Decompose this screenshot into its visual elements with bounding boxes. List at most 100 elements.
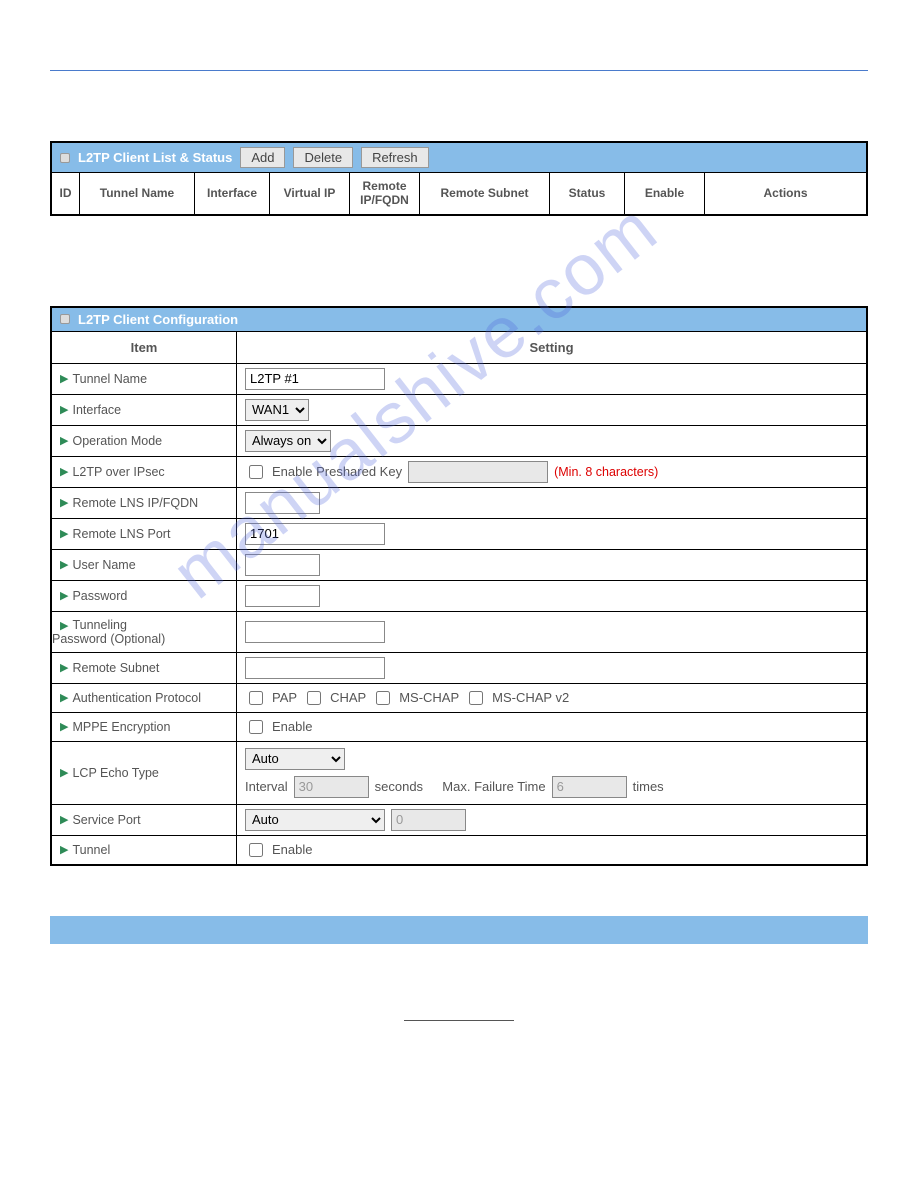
label-operation-mode: Operation Mode bbox=[72, 434, 162, 448]
bullet-icon bbox=[60, 314, 70, 324]
arrow-icon: ▶ bbox=[60, 465, 68, 478]
lcp-echo-mode-select[interactable]: Auto bbox=[245, 748, 345, 770]
arrow-icon: ▶ bbox=[60, 691, 68, 704]
label-interface: Interface bbox=[72, 403, 121, 417]
add-button[interactable]: Add bbox=[240, 147, 285, 168]
row-operation-mode: ▶ Operation Mode Always on bbox=[52, 425, 866, 456]
auth-chap-checkbox[interactable] bbox=[307, 691, 321, 705]
label-mppe: MPPE Encryption bbox=[72, 720, 170, 734]
tunnel-enable-label: Enable bbox=[272, 842, 312, 857]
label-auth-protocol: Authentication Protocol bbox=[72, 691, 201, 705]
bullet-icon bbox=[60, 153, 70, 163]
label-service-port: Service Port bbox=[72, 813, 140, 827]
tunneling-password-input[interactable] bbox=[245, 621, 385, 643]
lcp-interval-input bbox=[294, 776, 369, 798]
col-header-tunnel-name: Tunnel Name bbox=[80, 172, 195, 214]
row-mppe: ▶ MPPE Encryption Enable bbox=[52, 712, 866, 741]
label-lcp-echo: LCP Echo Type bbox=[72, 766, 158, 780]
tunnel-name-input[interactable] bbox=[245, 368, 385, 390]
row-tunneling-password: ▶Tunneling Password (Optional) bbox=[52, 611, 866, 652]
lcp-maxfail-input bbox=[552, 776, 627, 798]
remote-lns-ip-input[interactable] bbox=[245, 492, 320, 514]
arrow-icon: ▶ bbox=[60, 558, 68, 571]
arrow-icon: ▶ bbox=[60, 813, 68, 826]
col-header-remote-ip: Remote IP/FQDN bbox=[350, 172, 420, 214]
auth-pap-label: PAP bbox=[272, 690, 297, 705]
row-remote-subnet: ▶ Remote Subnet bbox=[52, 652, 866, 683]
user-name-input[interactable] bbox=[245, 554, 320, 576]
top-divider bbox=[50, 70, 868, 71]
row-lcp-echo: ▶ LCP Echo Type Auto Interval seconds Max… bbox=[52, 741, 866, 804]
mppe-enable-checkbox[interactable] bbox=[249, 720, 263, 734]
arrow-icon: ▶ bbox=[60, 843, 68, 856]
page-footer-rule bbox=[404, 1020, 514, 1021]
col-header-virtual-ip: Virtual IP bbox=[270, 172, 350, 214]
config-column-headers: Item Setting bbox=[52, 331, 866, 363]
head-item: Item bbox=[52, 332, 237, 363]
row-auth-protocol: ▶ Authentication Protocol PAP CHAP MS-CHA… bbox=[52, 683, 866, 712]
delete-button[interactable]: Delete bbox=[293, 147, 353, 168]
lcp-maxfail-label: Max. Failure Time bbox=[442, 779, 545, 794]
config-panel-title: L2TP Client Configuration bbox=[78, 312, 238, 327]
preshared-key-hint: (Min. 8 characters) bbox=[554, 465, 658, 479]
auth-mschapv2-label: MS-CHAP v2 bbox=[492, 690, 569, 705]
refresh-button[interactable]: Refresh bbox=[361, 147, 429, 168]
arrow-icon: ▶ bbox=[60, 766, 68, 779]
preshared-key-enable-checkbox[interactable] bbox=[249, 465, 263, 479]
label-remote-lns-port: Remote LNS Port bbox=[72, 527, 170, 541]
arrow-icon: ▶ bbox=[60, 496, 68, 509]
list-panel-title: L2TP Client List & Status bbox=[78, 150, 232, 165]
label-remote-subnet: Remote Subnet bbox=[72, 661, 159, 675]
col-header-enable: Enable bbox=[625, 172, 705, 214]
auth-pap-checkbox[interactable] bbox=[249, 691, 263, 705]
l2tp-client-list-panel: L2TP Client List & Status Add Delete Ref… bbox=[50, 141, 868, 216]
row-service-port: ▶ Service Port Auto bbox=[52, 804, 866, 835]
row-remote-lns-ip: ▶ Remote LNS IP/FQDN bbox=[52, 487, 866, 518]
lcp-times-label: times bbox=[633, 779, 664, 794]
arrow-icon: ▶ bbox=[60, 527, 68, 540]
label-user-name: User Name bbox=[72, 558, 135, 572]
arrow-icon: ▶ bbox=[60, 620, 68, 632]
col-header-id: ID bbox=[52, 172, 80, 214]
auth-mschapv2-checkbox[interactable] bbox=[469, 691, 483, 705]
service-port-input bbox=[391, 809, 466, 831]
operation-mode-select[interactable]: Always on bbox=[245, 430, 331, 452]
auth-mschap-label: MS-CHAP bbox=[399, 690, 459, 705]
l2tp-client-config-panel: L2TP Client Configuration Item Setting ▶… bbox=[50, 306, 868, 866]
tunnel-enable-checkbox[interactable] bbox=[249, 843, 263, 857]
row-tunnel: ▶ Tunnel Enable bbox=[52, 835, 866, 864]
arrow-icon: ▶ bbox=[60, 434, 68, 447]
password-input[interactable] bbox=[245, 585, 320, 607]
list-column-headers: ID Tunnel Name Interface Virtual IP Remo… bbox=[52, 172, 866, 214]
list-panel-header: L2TP Client List & Status Add Delete Ref… bbox=[52, 143, 866, 172]
col-header-status: Status bbox=[550, 172, 625, 214]
row-remote-lns-port: ▶ Remote LNS Port bbox=[52, 518, 866, 549]
label-tunnel-name: Tunnel Name bbox=[72, 372, 147, 386]
row-interface: ▶ Interface WAN1 bbox=[52, 394, 866, 425]
label-remote-lns-ip: Remote LNS IP/FQDN bbox=[72, 496, 198, 510]
remote-subnet-input[interactable] bbox=[245, 657, 385, 679]
arrow-icon: ▶ bbox=[60, 661, 68, 674]
auth-chap-label: CHAP bbox=[330, 690, 366, 705]
auth-mschap-checkbox[interactable] bbox=[376, 691, 390, 705]
label-tunnel: Tunnel bbox=[72, 843, 110, 857]
col-header-interface: Interface bbox=[195, 172, 270, 214]
arrow-icon: ▶ bbox=[60, 720, 68, 733]
arrow-icon: ▶ bbox=[60, 403, 68, 416]
arrow-icon: ▶ bbox=[60, 589, 68, 602]
service-port-mode-select[interactable]: Auto bbox=[245, 809, 385, 831]
preshared-key-input bbox=[408, 461, 548, 483]
interface-select[interactable]: WAN1 bbox=[245, 399, 309, 421]
label-tunneling-password-l2: Password (Optional) bbox=[52, 632, 165, 646]
bottom-blue-bar bbox=[50, 916, 868, 944]
remote-lns-port-input[interactable] bbox=[245, 523, 385, 545]
lcp-seconds-label: seconds bbox=[375, 779, 423, 794]
preshared-key-enable-text: Enable Preshared Key bbox=[272, 464, 402, 479]
mppe-enable-label: Enable bbox=[272, 719, 312, 734]
row-l2tp-over-ipsec: ▶ L2TP over IPsec Enable Preshared Key (M… bbox=[52, 456, 866, 487]
col-header-remote-subnet: Remote Subnet bbox=[420, 172, 550, 214]
label-l2tp-ipsec: L2TP over IPsec bbox=[72, 465, 164, 479]
lcp-interval-label: Interval bbox=[245, 779, 288, 794]
col-header-actions: Actions bbox=[705, 172, 866, 214]
label-password: Password bbox=[72, 589, 127, 603]
